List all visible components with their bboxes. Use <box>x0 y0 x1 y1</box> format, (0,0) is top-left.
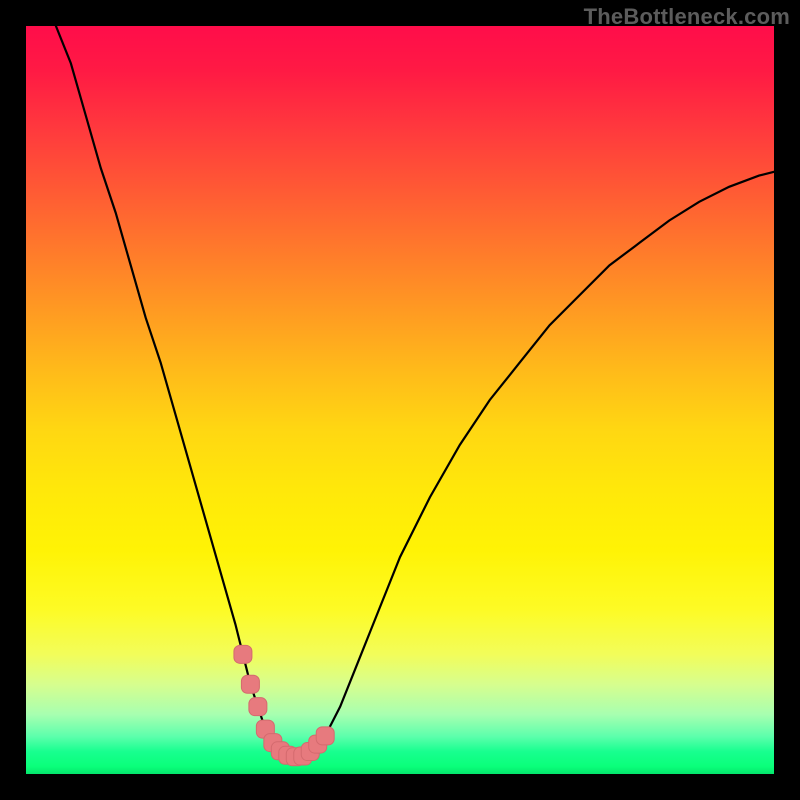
curve-marker <box>241 675 259 693</box>
attribution-text: TheBottleneck.com <box>584 4 790 30</box>
curve-marker <box>234 645 252 663</box>
curve-marker <box>249 698 267 716</box>
marker-group <box>234 645 334 765</box>
plot-area <box>26 26 774 774</box>
chart-svg <box>26 26 774 774</box>
chart-frame: TheBottleneck.com <box>0 0 800 800</box>
bottleneck-curve <box>56 26 774 757</box>
curve-marker <box>316 727 334 745</box>
